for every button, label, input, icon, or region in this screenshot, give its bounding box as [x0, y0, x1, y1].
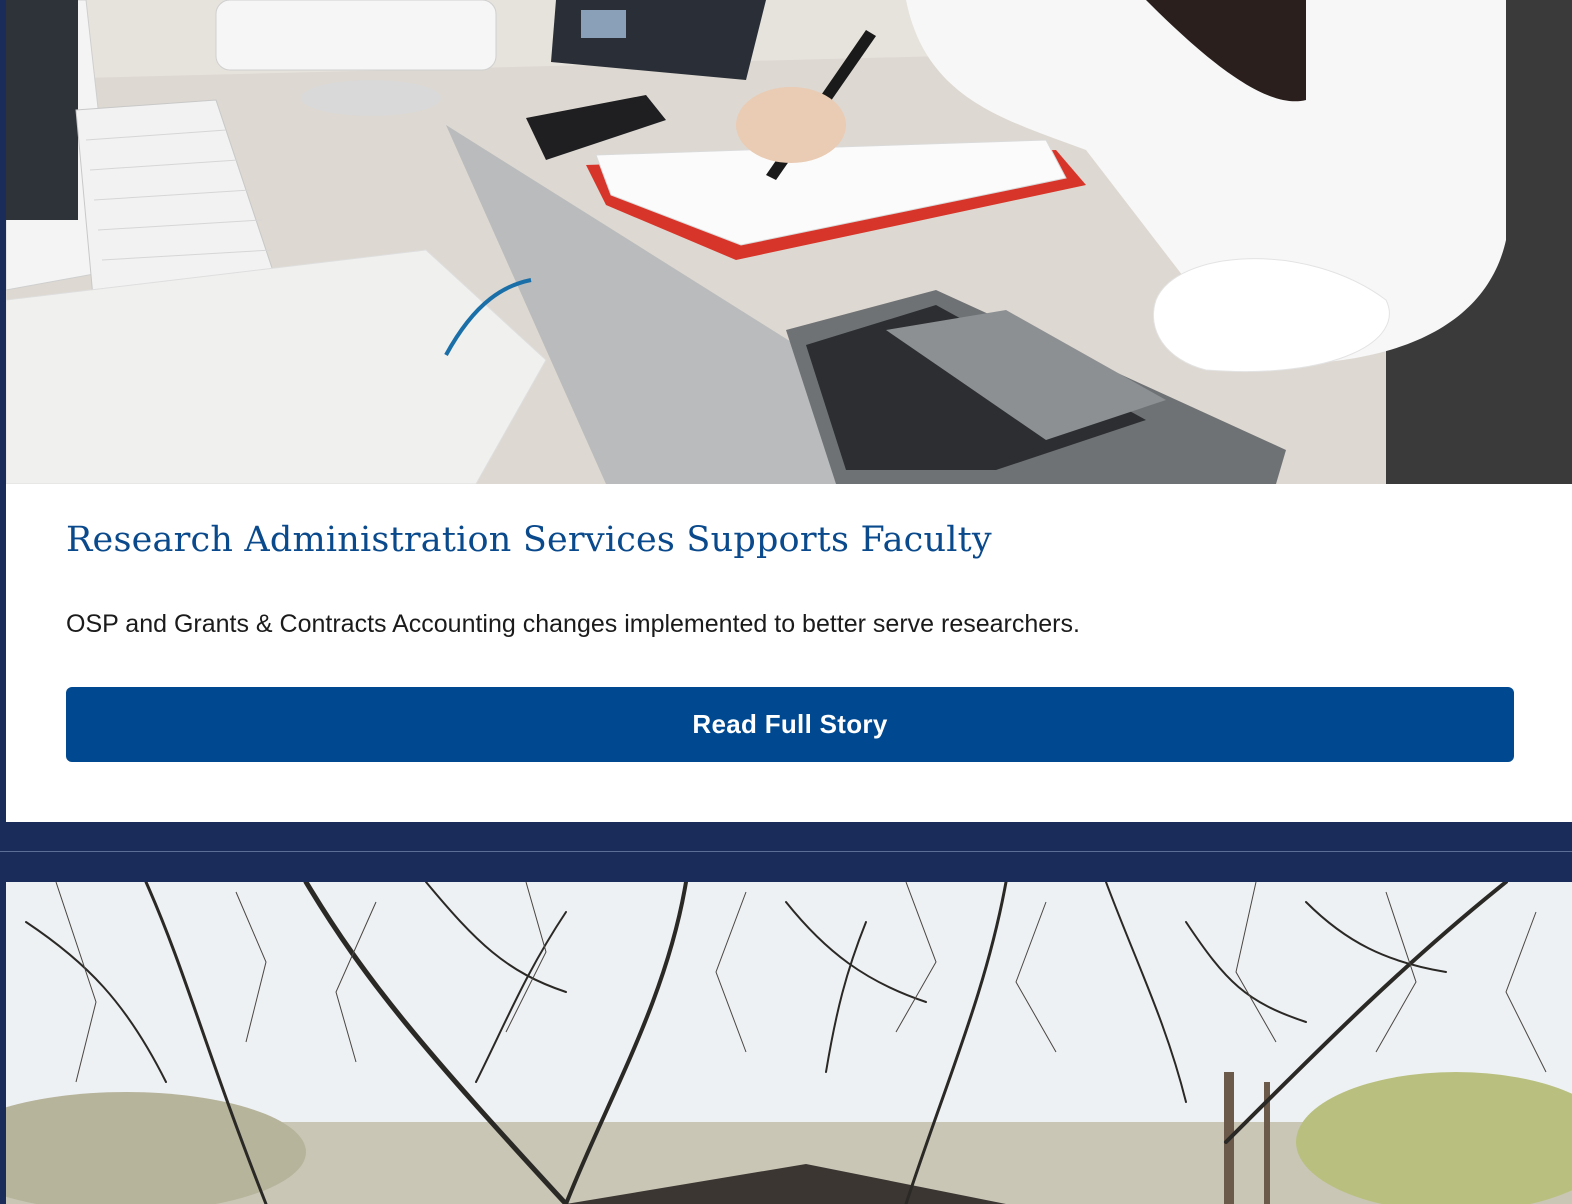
page: Research Administration Services Support… — [0, 0, 1572, 1204]
story-image — [6, 882, 1572, 1204]
story-title[interactable]: Research Administration Services Support… — [66, 520, 992, 560]
section-divider — [0, 851, 1572, 852]
story-summary: OSP and Grants & Contracts Accounting ch… — [66, 610, 1080, 638]
story-image — [6, 0, 1572, 484]
story-card: Research Administration Services Support… — [6, 0, 1572, 822]
read-full-story-button[interactable]: Read Full Story — [66, 687, 1514, 762]
story-card — [6, 882, 1572, 1204]
